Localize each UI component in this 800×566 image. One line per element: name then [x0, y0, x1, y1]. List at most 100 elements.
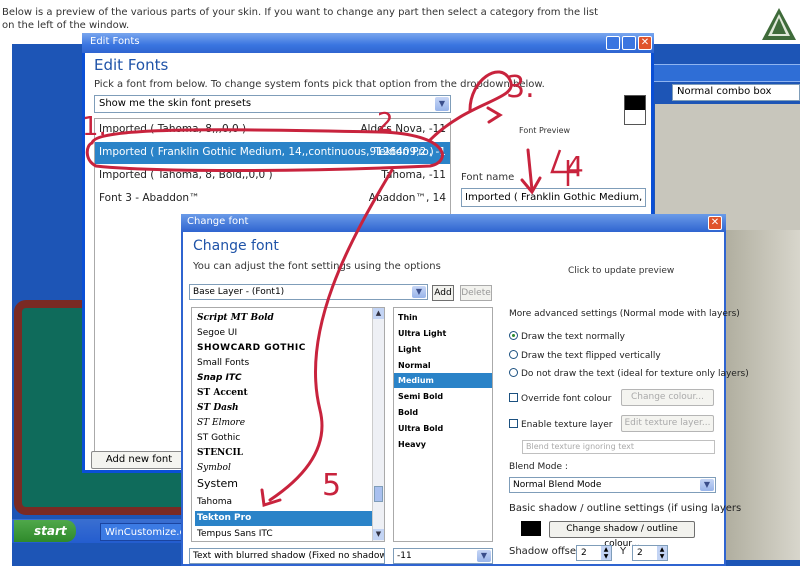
- list-item[interactable]: Normal: [394, 358, 492, 373]
- font-preview-label: Font Preview: [519, 126, 571, 135]
- change-font-heading: Change font: [193, 238, 279, 254]
- list-item[interactable]: Bold: [394, 405, 492, 420]
- font-list-scrollbar[interactable]: ▲ ▼: [372, 308, 384, 541]
- change-shadow-colour-button[interactable]: Change shadow / outline colour...: [549, 521, 695, 549]
- click-to-update-preview[interactable]: Click to update preview: [568, 266, 674, 276]
- add-new-font-button[interactable]: Add new font: [91, 451, 187, 469]
- radio-icon[interactable]: [509, 350, 518, 359]
- scroll-up-icon[interactable]: ▲: [373, 308, 384, 319]
- close-icon[interactable]: ✕: [708, 216, 722, 230]
- change-font-titlebar: Change font ✕: [181, 214, 726, 232]
- override-colour-checkbox[interactable]: Override font colour: [509, 393, 611, 404]
- radio-draw-flipped[interactable]: Draw the text flipped vertically: [509, 350, 661, 361]
- font-preset-dropdown[interactable]: Show me the skin font presets ▼: [94, 95, 451, 113]
- list-item[interactable]: Small Fonts: [195, 356, 375, 371]
- preview-combo-box[interactable]: Normal combo box: [672, 84, 800, 101]
- app-logo-icon: [762, 8, 796, 40]
- spinner-arrows-icon[interactable]: ▲ ▼: [657, 546, 667, 560]
- list-item[interactable]: ST Dash: [195, 401, 375, 416]
- font-spec: Font 3 - Abaddon™: [99, 192, 200, 204]
- list-item[interactable]: Symbol: [195, 461, 375, 476]
- annotation-label-1: 1.: [82, 112, 107, 142]
- edit-fonts-titlebar: Edit Fonts ✕: [82, 33, 654, 53]
- annotation-label-4: 4: [566, 150, 584, 183]
- radio-selected-icon[interactable]: [509, 331, 518, 340]
- chevron-down-icon[interactable]: ▼: [412, 286, 426, 298]
- layer-dropdown[interactable]: Base Layer - (Font1) ▼: [189, 284, 428, 300]
- edit-fonts-subtitle: Pick a font from below. To change system…: [94, 79, 545, 90]
- edit-texture-button[interactable]: Edit texture layer...: [621, 415, 714, 432]
- list-item[interactable]: ST Accent: [195, 386, 375, 401]
- font-face: Abaddon™, 14: [368, 192, 446, 204]
- list-item[interactable]: Imported ( Tahoma, 8,,,0,0 ) Aldo's Nova…: [95, 119, 450, 141]
- shadow-offset-label: Shadow offset: [509, 546, 580, 557]
- list-item[interactable]: Semi Bold: [394, 389, 492, 404]
- list-item-selected[interactable]: Tekton Pro: [195, 511, 375, 526]
- maximize-icon[interactable]: [622, 36, 636, 50]
- list-item[interactable]: Segoe UI: [195, 326, 375, 341]
- list-item[interactable]: Script MT Bold: [195, 311, 375, 326]
- dropdown-value: Base Layer - (Font1): [193, 287, 285, 297]
- dropdown-value: -11: [397, 551, 412, 561]
- close-icon[interactable]: ✕: [638, 36, 652, 50]
- intro-text: Below is a preview of the various parts …: [2, 7, 598, 31]
- list-item[interactable]: ST Elmore: [195, 416, 375, 431]
- scroll-down-icon[interactable]: ▼: [373, 529, 384, 540]
- window-title: Edit Fonts: [90, 36, 140, 47]
- list-item[interactable]: System: [195, 476, 375, 491]
- list-item[interactable]: Ultra Light: [394, 326, 492, 341]
- chevron-down-icon[interactable]: ▼: [435, 97, 449, 111]
- spinner-arrows-icon[interactable]: ▲ ▼: [601, 546, 611, 560]
- list-item[interactable]: Tempus Sans ITC: [195, 527, 375, 541]
- list-item[interactable]: Heavy: [394, 437, 492, 452]
- blend-texture-dropdown[interactable]: Blend texture ignoring text: [522, 440, 715, 454]
- annotation-label-5: 5: [322, 468, 342, 503]
- font-name-label: Font name: [461, 172, 515, 183]
- taskbar-item[interactable]: WinCustomize.com: [100, 523, 201, 541]
- start-button[interactable]: start: [14, 520, 76, 542]
- shadow-y-stepper[interactable]: 2 ▲ ▼: [632, 545, 668, 561]
- radio-do-not-draw[interactable]: Do not draw the text (ideal for texture …: [509, 368, 749, 379]
- window-title: Change font: [187, 216, 249, 227]
- list-item[interactable]: SHOWCARD GOTHIC: [195, 341, 375, 356]
- add-layer-button[interactable]: Add: [432, 285, 454, 301]
- list-item-selected[interactable]: Imported ( Franklin Gothic Medium, 14,,c…: [95, 142, 450, 164]
- list-item[interactable]: Thin: [394, 310, 492, 325]
- stepper-value: 2: [581, 548, 587, 558]
- change-colour-button[interactable]: Change colour...: [621, 389, 714, 406]
- list-item[interactable]: Snap ITC: [195, 371, 375, 386]
- radio-icon[interactable]: [509, 368, 518, 377]
- shadow-x-stepper[interactable]: 2 ▲ ▼: [576, 545, 612, 561]
- list-item-selected[interactable]: Medium: [394, 373, 492, 388]
- preview-window-strip: [640, 64, 800, 82]
- font-weight-list[interactable]: Thin Ultra Light Light Normal Medium Sem…: [393, 307, 493, 542]
- checkbox-icon[interactable]: [509, 393, 518, 402]
- list-item[interactable]: ST Gothic: [195, 431, 375, 446]
- list-item[interactable]: Font 3 - Abaddon™ Abaddon™, 14: [95, 188, 450, 210]
- font-face: Aldo's Nova, -11: [360, 123, 446, 135]
- font-colour-swatch[interactable]: [624, 95, 646, 125]
- enable-texture-checkbox[interactable]: Enable texture layer: [509, 419, 612, 430]
- list-item[interactable]: Light: [394, 342, 492, 357]
- dropdown-value: Normal Blend Mode: [513, 480, 602, 490]
- font-name-field[interactable]: Imported ( Franklin Gothic Medium, 14,,c…: [461, 188, 646, 207]
- text-effect-dropdown[interactable]: Text with blurred shadow (Fixed no shado…: [189, 548, 385, 564]
- checkbox-icon[interactable]: [509, 419, 518, 428]
- list-item[interactable]: Ultra Bold: [394, 421, 492, 436]
- font-family-list[interactable]: Script MT Bold Segoe UI SHOWCARD GOTHIC …: [191, 307, 385, 542]
- blend-mode-dropdown[interactable]: Normal Blend Mode ▼: [509, 477, 716, 493]
- font-face: Tahoma, -11: [381, 169, 446, 181]
- list-item[interactable]: Imported ( Tahoma, 8, Bold,,0,0 ) Tahoma…: [95, 165, 450, 187]
- help-icon[interactable]: [606, 36, 620, 50]
- chevron-down-icon[interactable]: ▼: [477, 550, 491, 562]
- font-size-dropdown[interactable]: -11 ▼: [393, 548, 493, 564]
- list-item[interactable]: Tahoma: [195, 495, 375, 510]
- radio-draw-normally[interactable]: Draw the text normally: [509, 331, 625, 342]
- delete-layer-button[interactable]: Delete: [460, 285, 492, 301]
- list-item[interactable]: STENCIL: [195, 446, 375, 461]
- radio-label: Draw the text flipped vertically: [521, 351, 661, 361]
- annotation-label-3: 3.: [506, 70, 535, 105]
- chevron-down-icon[interactable]: ▼: [700, 479, 714, 491]
- stepper-value: 2: [637, 548, 643, 558]
- scroll-thumb[interactable]: [374, 486, 383, 502]
